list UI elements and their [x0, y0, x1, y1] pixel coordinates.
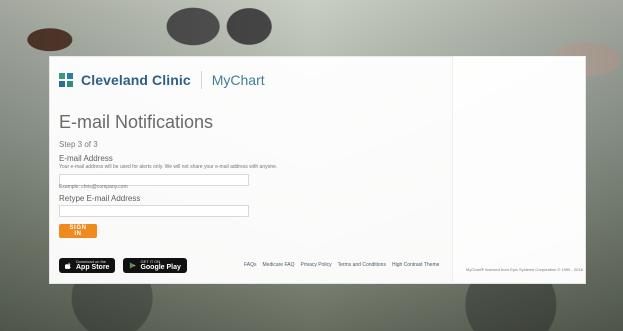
google-play-small-text: GET IT ON — [140, 259, 161, 264]
footer-link-privacy-policy[interactable]: Privacy Policy — [300, 262, 331, 268]
cleveland-clinic-logo-icon — [59, 73, 73, 87]
retype-email-field[interactable] — [59, 205, 249, 217]
google-play-icon — [130, 262, 136, 269]
email-example-text: Example: chris@company.com — [59, 184, 128, 190]
google-play-text: GET IT ON Google Play — [140, 259, 181, 272]
brand-separator — [200, 71, 202, 89]
google-play-big-text: Google Play — [140, 264, 181, 271]
app-store-text: Download on the App Store — [76, 259, 110, 272]
footer-link-medicare-faq[interactable]: Medicare FAQ — [263, 262, 295, 268]
app-store-small-text: Download on the — [76, 259, 107, 264]
footer-link-terms[interactable]: Terms and Conditions — [338, 262, 386, 268]
app-store-big-text: App Store — [76, 264, 110, 271]
app-store-badge[interactable]: Download on the App Store — [59, 258, 116, 273]
retype-email-label: Retype E-mail Address — [59, 194, 141, 203]
brand-name: Cleveland Clinic — [81, 72, 191, 88]
license-text: MyChart® licensed from Epic Systems Corp… — [466, 267, 583, 272]
footer-link-high-contrast[interactable]: High Contrast Theme — [392, 262, 439, 268]
brand-header: Cleveland Clinic MyChart — [59, 70, 265, 90]
google-play-badge[interactable]: GET IT ON Google Play — [123, 258, 187, 273]
page-title: E-mail Notifications — [59, 112, 214, 132]
footer-links: FAQs Medicare FAQ Privacy Policy Terms a… — [244, 262, 439, 268]
apple-icon — [65, 262, 71, 269]
email-help-text: Your e-mail address will be used for ale… — [59, 164, 278, 170]
step-indicator: Step 3 of 3 — [59, 140, 98, 149]
product-name: MyChart — [211, 72, 265, 88]
side-panel — [452, 56, 585, 282]
app-badges: Download on the App Store GET IT ON Goog… — [59, 258, 187, 273]
email-label: E-mail Address — [59, 154, 113, 163]
footer-link-faqs[interactable]: FAQs — [244, 262, 257, 268]
sign-in-button[interactable]: SIGN IN — [59, 224, 97, 238]
